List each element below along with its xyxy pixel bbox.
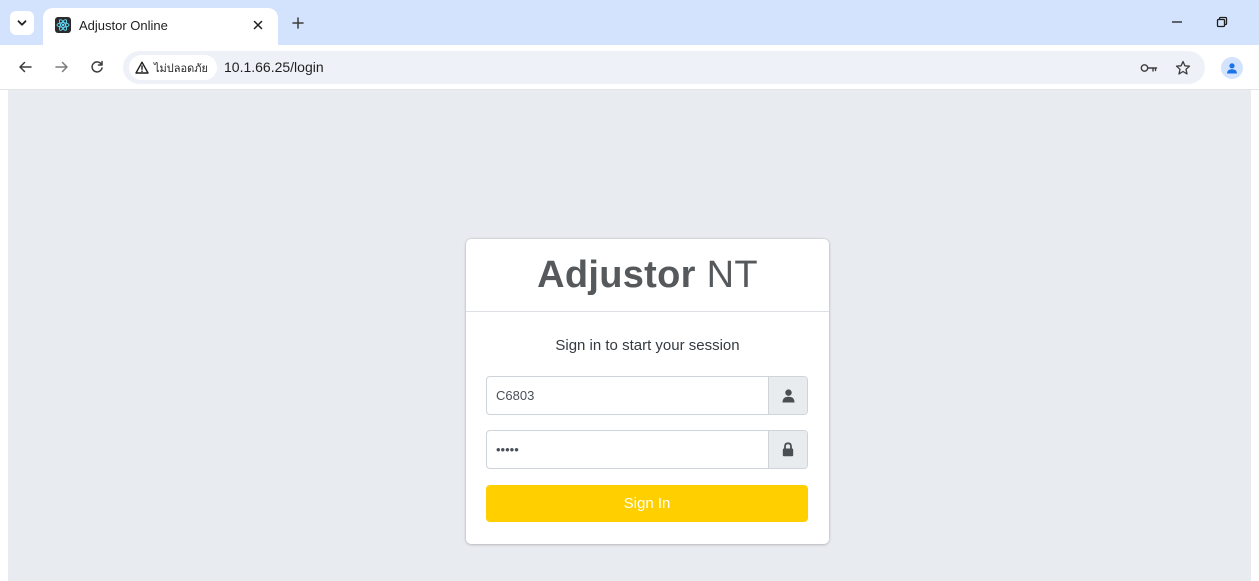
- url-text[interactable]: 10.1.66.25/login: [224, 59, 324, 75]
- tab-title: Adjustor Online: [79, 18, 168, 33]
- person-icon: [1227, 63, 1237, 74]
- key-icon: [1140, 64, 1158, 72]
- profile-button[interactable]: [1221, 57, 1243, 79]
- brand-name: Adjustor: [537, 253, 696, 296]
- restore-icon: [1216, 16, 1228, 28]
- address-bar[interactable]: ไม่ปลอดภัย 10.1.66.25/login: [123, 51, 1205, 84]
- password-key-button[interactable]: [1139, 58, 1159, 78]
- bookmark-button[interactable]: [1173, 58, 1193, 78]
- forward-button[interactable]: [51, 56, 73, 78]
- close-icon: [253, 20, 263, 30]
- tab-search-button[interactable]: [10, 11, 34, 35]
- security-chip[interactable]: ไม่ปลอดภัย: [129, 55, 217, 80]
- star-icon: [1175, 60, 1191, 75]
- warning-triangle-icon: [135, 61, 149, 74]
- password-addon: [768, 431, 807, 468]
- login-card: Adjustor NT Sign in to start your sessio…: [466, 239, 829, 544]
- password-input[interactable]: [487, 431, 769, 468]
- lock-icon: [782, 442, 794, 457]
- react-logo-icon: [55, 17, 71, 33]
- sign-in-button[interactable]: Sign In: [486, 485, 808, 522]
- browser-toolbar: ไม่ปลอดภัย 10.1.66.25/login: [0, 45, 1259, 90]
- card-header: Adjustor NT: [466, 239, 829, 312]
- password-input-group: [486, 430, 808, 469]
- restore-button[interactable]: [1210, 10, 1234, 34]
- reload-icon: [91, 60, 103, 73]
- tab-strip: Adjustor Online: [0, 0, 1259, 45]
- username-input[interactable]: [487, 377, 769, 414]
- chevron-down-icon: [17, 20, 27, 26]
- plus-icon: [292, 17, 304, 29]
- login-subtitle: Sign in to start your session: [555, 337, 740, 354]
- brand-suffix: NT: [706, 253, 758, 296]
- minimize-icon: [1172, 21, 1182, 23]
- arrow-right-icon: [55, 61, 68, 73]
- new-tab-button[interactable]: [287, 12, 309, 34]
- back-button[interactable]: [14, 56, 36, 78]
- security-label: ไม่ปลอดภัย: [154, 61, 208, 75]
- browser-window: Adjustor Online ไม่ปลอดภัย 10.1.66.25/lo…: [0, 0, 1259, 581]
- username-addon: [768, 377, 807, 414]
- minimize-button[interactable]: [1165, 10, 1189, 34]
- tab-close-button[interactable]: [248, 15, 268, 35]
- arrow-left-icon: [19, 61, 32, 73]
- user-icon: [782, 388, 794, 402]
- active-tab[interactable]: Adjustor Online: [43, 8, 278, 45]
- username-input-group: [486, 376, 808, 415]
- reload-button[interactable]: [86, 56, 108, 78]
- brand-logo-text: Adjustor NT: [537, 254, 758, 297]
